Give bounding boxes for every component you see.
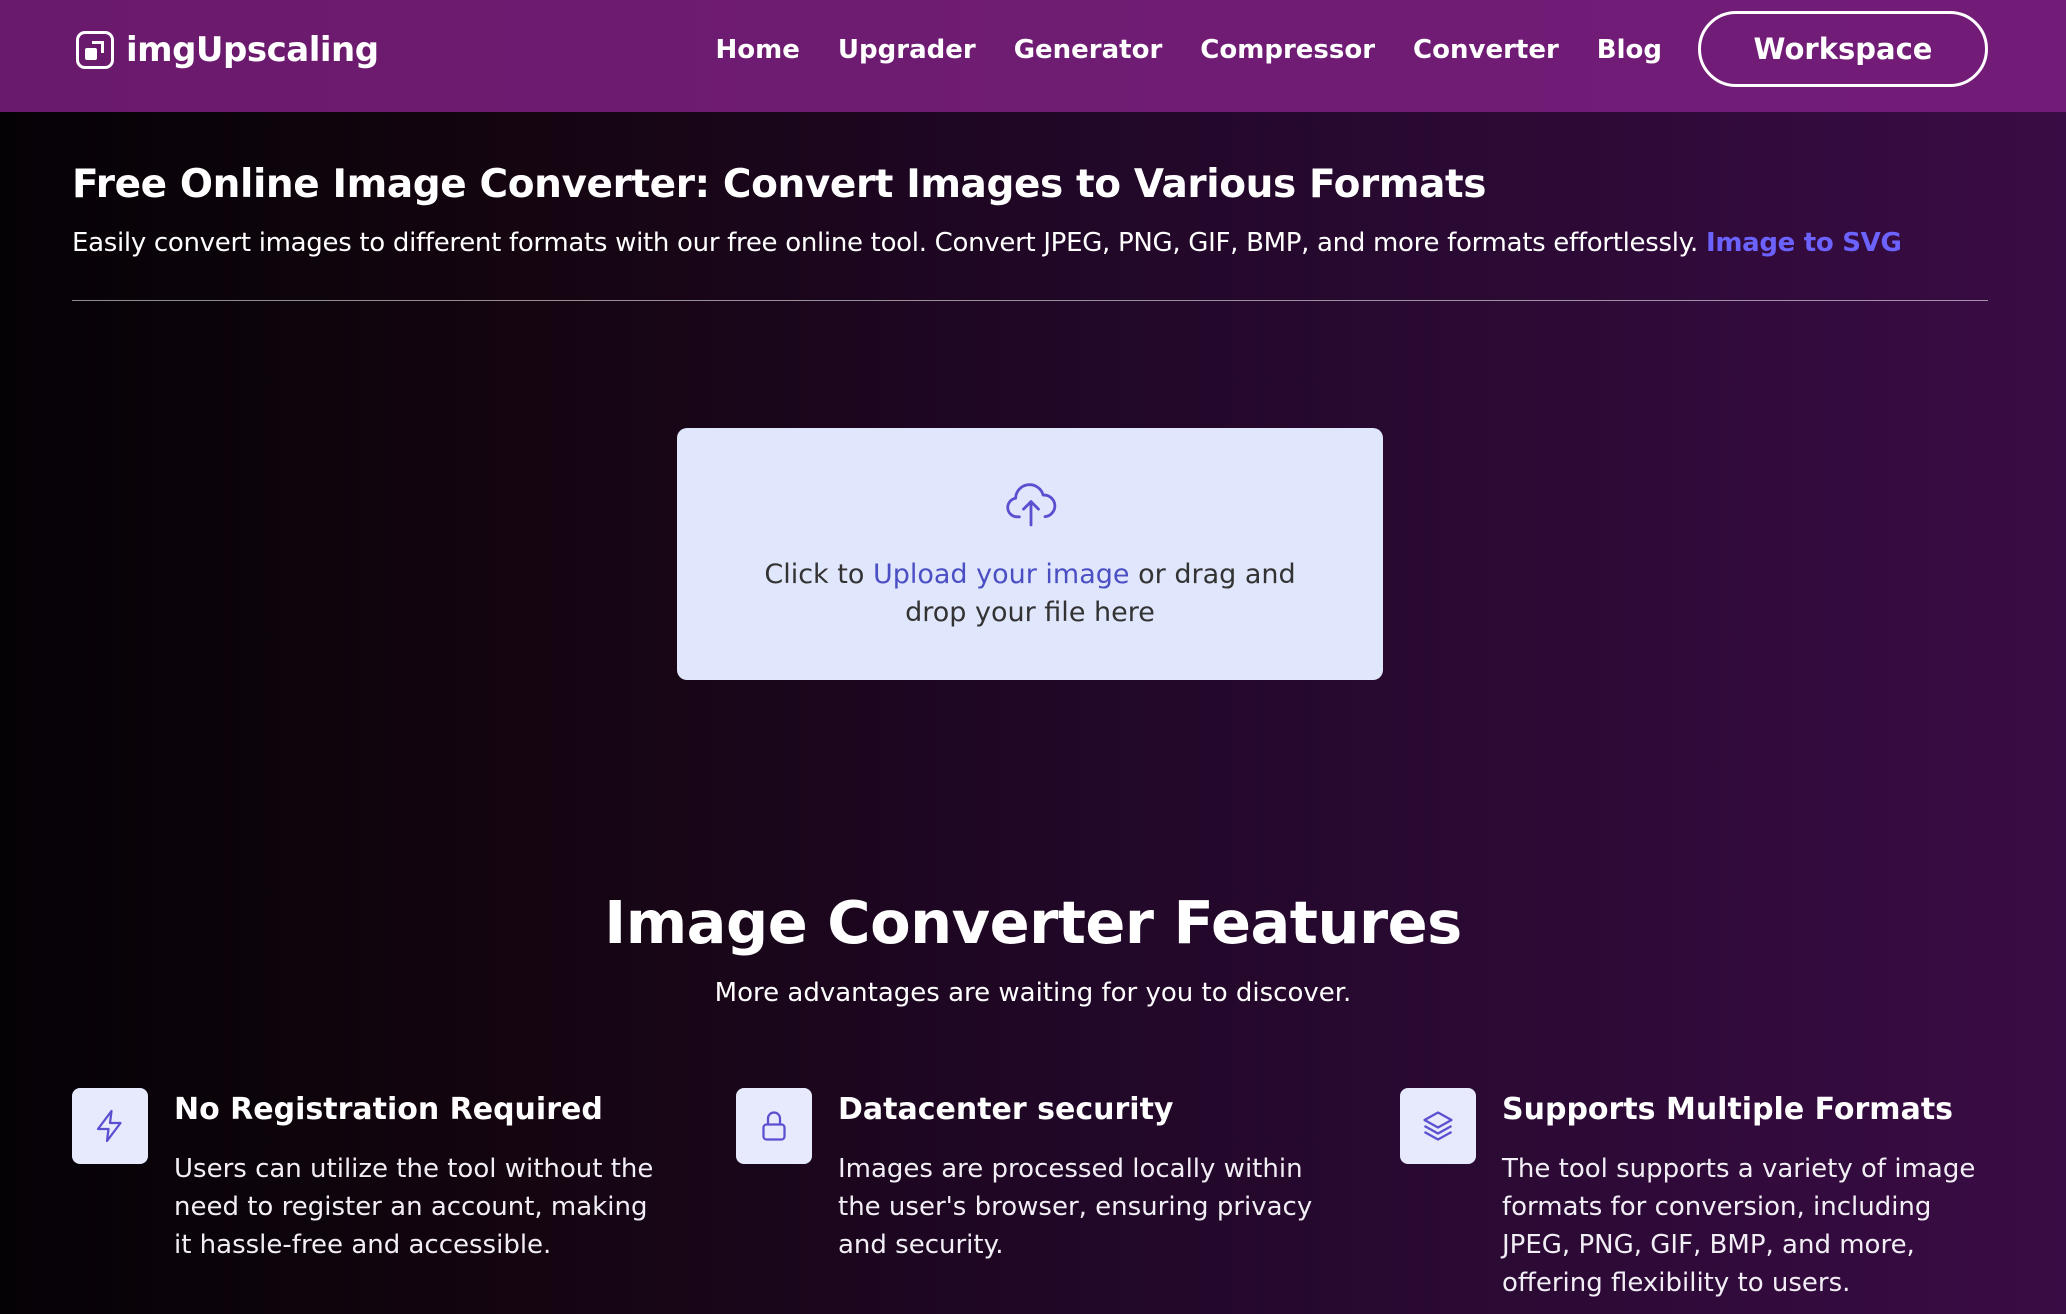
features-subtitle: More advantages are waiting for you to d… — [714, 978, 1352, 1008]
feature-title: Supports Multiple Formats — [1502, 1092, 1954, 1127]
feature-description: The tool supports a variety of image for… — [1502, 1154, 1976, 1298]
feature-description: Images are processed locally within the … — [838, 1154, 1313, 1260]
workspace-button[interactable]: Workspace — [1698, 11, 1988, 87]
page-title: Free Online Image Converter: Convert Ima… — [72, 162, 1487, 207]
feature-icon-box — [736, 1088, 812, 1164]
nav-link-home[interactable]: Home — [716, 35, 800, 65]
upload-dropzone[interactable]: Click to Upload your image or drag and d… — [677, 428, 1383, 680]
feature-card-datacenter-security: Datacenter security Images are processed… — [736, 1088, 1336, 1308]
nav-link-compressor[interactable]: Compressor — [1200, 35, 1375, 65]
brand-logo[interactable]: imgUpscaling — [76, 30, 379, 70]
nav-link-generator[interactable]: Generator — [1014, 35, 1163, 65]
upload-prefix: Click to — [764, 559, 873, 590]
feature-title: No Registration Required — [174, 1092, 603, 1127]
upload-instructions: Click to Upload your image or drag and d… — [737, 556, 1323, 632]
feature-icon-box — [72, 1088, 148, 1164]
feature-icon-box — [1400, 1088, 1476, 1164]
feature-title: Datacenter security — [838, 1092, 1174, 1127]
nav-link-upgrader[interactable]: Upgrader — [838, 35, 976, 65]
brand-name: imgUpscaling — [126, 30, 379, 70]
page-subtitle-text: Easily convert images to different forma… — [72, 228, 1698, 258]
logo-icon — [76, 31, 114, 69]
upload-image-link[interactable]: Upload your image — [873, 559, 1130, 590]
feature-description: Users can utilize the tool without the n… — [174, 1154, 654, 1260]
layers-icon — [1423, 1111, 1453, 1141]
lightning-icon — [96, 1109, 122, 1143]
nav-link-converter[interactable]: Converter — [1413, 35, 1559, 65]
page-subtitle: Easily convert images to different forma… — [72, 228, 1902, 258]
cloud-upload-icon — [1006, 483, 1057, 527]
header-divider — [72, 300, 1988, 301]
nav-link-blog[interactable]: Blog — [1597, 35, 1662, 65]
image-to-svg-link[interactable]: Image to SVG — [1706, 228, 1902, 258]
features-title: Image Converter Features — [604, 888, 1462, 957]
feature-card-multiple-formats: Supports Multiple Formats The tool suppo… — [1400, 1088, 2000, 1308]
navbar: imgUpscaling Home Upgrader Generator Com… — [0, 0, 2066, 112]
nav-links: Home Upgrader Generator Compressor Conve… — [716, 30, 1662, 70]
feature-card-no-registration: No Registration Required Users can utili… — [72, 1088, 672, 1308]
lock-icon — [762, 1111, 786, 1141]
